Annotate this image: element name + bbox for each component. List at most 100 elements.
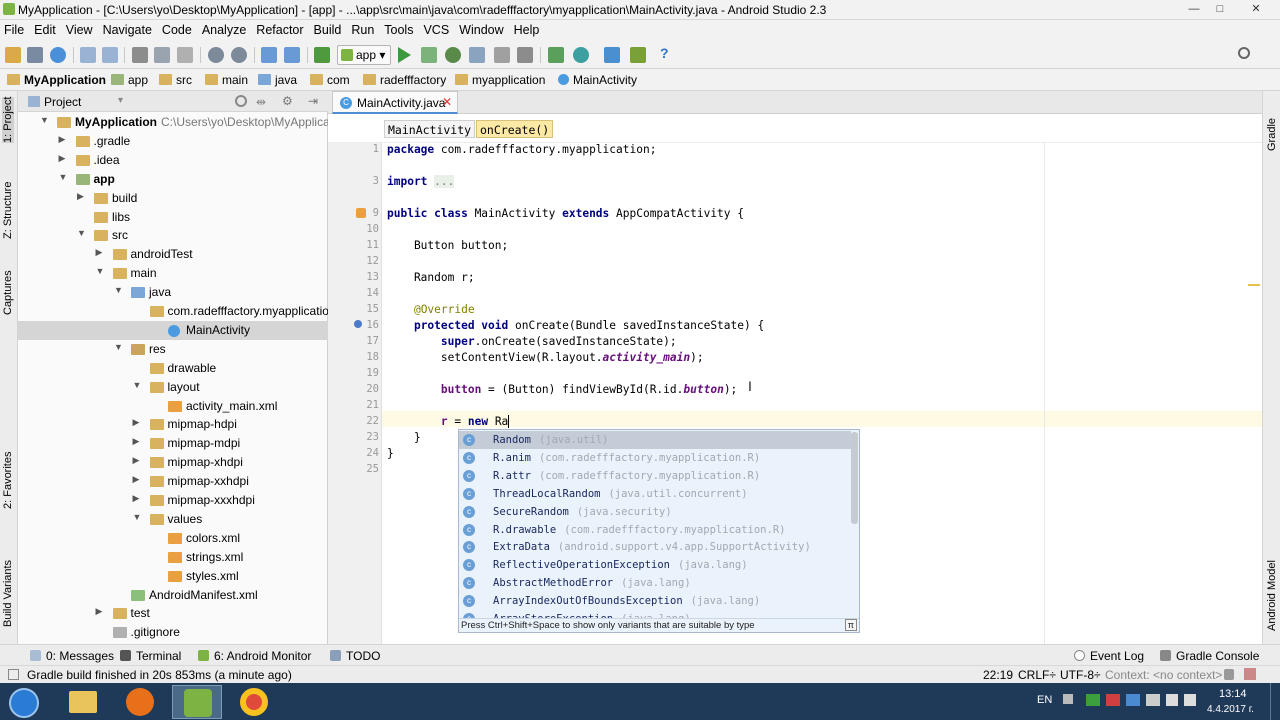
tree-item[interactable]: ▼ src <box>18 226 328 245</box>
chevron-down-icon[interactable]: ▾ <box>118 95 123 106</box>
tree-item[interactable]: ▼ layout <box>18 378 328 397</box>
breadcrumb-item-main[interactable]: main <box>205 73 248 87</box>
tree-item[interactable]: ▼ main <box>18 264 328 283</box>
breadcrumb-item-java[interactable]: java <box>258 73 297 87</box>
toggle-tool-windows-icon[interactable] <box>8 669 19 680</box>
profile-icon[interactable] <box>469 47 485 63</box>
breadcrumb-item-app[interactable]: app <box>111 73 148 87</box>
run-icon[interactable] <box>398 47 411 63</box>
clock-date[interactable]: 4.4.2017 г. <box>1207 704 1254 715</box>
messages-tool-button[interactable]: 0: Messages <box>30 649 114 663</box>
breadcrumb-item-radefffactory[interactable]: radefffactory <box>363 73 446 87</box>
tree-item[interactable]: ▼ app <box>18 170 328 189</box>
run-configuration-select[interactable]: app ▾ <box>337 45 391 65</box>
collapse-arrow-icon[interactable]: ▶ <box>77 191 87 202</box>
tree-item[interactable]: .gitignore <box>18 623 328 642</box>
tree-item[interactable]: libs <box>18 208 328 227</box>
close-tab-icon[interactable]: ✕ <box>442 95 452 109</box>
tree-item[interactable]: activity_main.xml <box>18 397 328 416</box>
undo-icon[interactable] <box>80 47 96 63</box>
breadcrumb-item-myapplication-package[interactable]: myapplication <box>455 73 545 87</box>
tab-mainactivity[interactable]: C MainActivity.java ✕ <box>332 91 458 114</box>
tree-item[interactable]: ▶ test <box>18 604 328 623</box>
clock-time[interactable]: 13:14 <box>1219 688 1247 700</box>
avd-manager-icon[interactable] <box>548 47 564 63</box>
class-gutter-icon[interactable] <box>356 208 366 218</box>
expand-arrow-icon[interactable]: ▼ <box>133 512 143 522</box>
tree-item[interactable]: ▶ mipmap-xhdpi <box>18 453 328 472</box>
menu-file[interactable]: File <box>0 20 30 37</box>
tree-item[interactable]: ▶ mipmap-xxhdpi <box>18 472 328 491</box>
volume-icon[interactable] <box>1184 694 1196 706</box>
tree-item[interactable]: ▼ res <box>18 340 328 359</box>
tray-flag-icon[interactable] <box>1146 694 1160 706</box>
tree-item[interactable]: ▼ MyApplication C:\Users\yo\Desktop\MyAppl… <box>18 113 349 132</box>
breadcrumb-item-myapplication[interactable]: MyApplication <box>7 73 106 87</box>
menu-navigate[interactable]: Navigate <box>99 20 158 37</box>
autocomplete-item[interactable]: c Random (java.util) <box>459 431 851 449</box>
collapse-arrow-icon[interactable]: ▶ <box>133 417 143 428</box>
autocomplete-scrollbar[interactable] <box>851 432 858 524</box>
tree-item[interactable]: com.radefffactory.myapplication <box>18 302 336 321</box>
menu-view[interactable]: View <box>62 20 99 37</box>
gradle-tool-tab[interactable]: Gradle <box>1266 118 1278 151</box>
project-panel-title[interactable]: Project <box>44 95 81 109</box>
crumb-method[interactable]: onCreate() <box>476 120 554 138</box>
pi-icon[interactable]: π <box>844 619 857 631</box>
tree-item[interactable]: ▶ .idea <box>18 151 328 170</box>
expand-arrow-icon[interactable]: ▼ <box>114 342 124 352</box>
menu-code[interactable]: Code <box>158 20 198 37</box>
todo-tool-button[interactable]: TODO <box>330 649 380 663</box>
menu-build[interactable]: Build <box>310 20 348 37</box>
tray-app-icon[interactable] <box>1126 694 1140 706</box>
autocomplete-item[interactable]: c ThreadLocalRandom (java.util.concurrent) <box>459 485 851 503</box>
minimize-button[interactable]: — <box>1183 1 1205 17</box>
collapse-arrow-icon[interactable]: ▶ <box>133 455 143 466</box>
forward-icon[interactable] <box>284 47 300 63</box>
collapse-arrow-icon[interactable]: ▶ <box>96 606 106 617</box>
project-tool-tab[interactable]: 1: Project <box>2 96 14 143</box>
autocomplete-item[interactable]: c ArrayIndexOutOfBoundsException (java.lan… <box>459 592 851 610</box>
tray-security-icon[interactable] <box>1106 694 1120 706</box>
sdk-manager-icon[interactable] <box>630 47 646 63</box>
menu-window[interactable]: Window <box>455 20 509 37</box>
captures-tool-tab[interactable]: Captures <box>2 270 14 315</box>
attach-debugger-icon[interactable] <box>494 47 510 63</box>
menu-refactor[interactable]: Refactor <box>252 20 309 37</box>
autocomplete-item[interactable]: c AbstractMethodError (java.lang) <box>459 574 851 592</box>
maximize-button[interactable]: □ <box>1209 1 1231 17</box>
copy-icon[interactable] <box>154 47 170 63</box>
taskbar-explorer[interactable] <box>58 685 108 719</box>
status-message[interactable]: Gradle build finished in 20s 853ms (a mi… <box>27 668 292 682</box>
sync-icon[interactable] <box>50 47 66 63</box>
input-language[interactable]: EN <box>1037 694 1052 706</box>
folded-imports[interactable]: ... <box>434 175 455 188</box>
lock-icon[interactable] <box>1224 669 1234 680</box>
autocomplete-item[interactable]: c R.attr (com.radefffactory.myapplication.… <box>459 467 851 485</box>
sync-gradle-icon[interactable] <box>573 47 589 63</box>
instant-run-icon[interactable] <box>421 47 437 63</box>
make-project-icon[interactable] <box>314 47 330 63</box>
file-encoding[interactable]: UTF-8÷ <box>1060 668 1101 682</box>
expand-arrow-icon[interactable]: ▼ <box>96 266 106 276</box>
project-structure-icon[interactable] <box>604 47 620 63</box>
autocomplete-item[interactable]: c R.anim (com.radefffactory.myapplication.… <box>459 449 851 467</box>
menu-tools[interactable]: Tools <box>380 20 419 37</box>
autocomplete-item[interactable]: c ExtraData (android.support.v4.app.Suppor… <box>459 538 851 556</box>
caret-position[interactable]: 22:19 <box>983 668 1013 682</box>
help-icon[interactable]: ? <box>660 45 676 61</box>
gear-icon[interactable]: ⚙ <box>282 94 293 108</box>
crumb-class[interactable]: MainActivity <box>384 120 476 138</box>
taskbar-chrome[interactable] <box>229 685 279 719</box>
redo-icon[interactable] <box>102 47 118 63</box>
expand-arrow-icon[interactable]: ▼ <box>114 285 124 295</box>
gradle-console-tool-button[interactable]: Gradle Console <box>1160 649 1259 663</box>
search-icon[interactable] <box>1238 47 1250 59</box>
breadcrumb-item-com[interactable]: com <box>310 73 350 87</box>
show-desktop-button[interactable] <box>1270 683 1280 720</box>
open-icon[interactable] <box>5 47 21 63</box>
menu-analyze[interactable]: Analyze <box>198 20 252 37</box>
menu-vcs[interactable]: VCS <box>419 20 455 37</box>
tree-item[interactable]: ▶ androidTest <box>18 245 328 264</box>
network-icon[interactable] <box>1166 694 1178 706</box>
